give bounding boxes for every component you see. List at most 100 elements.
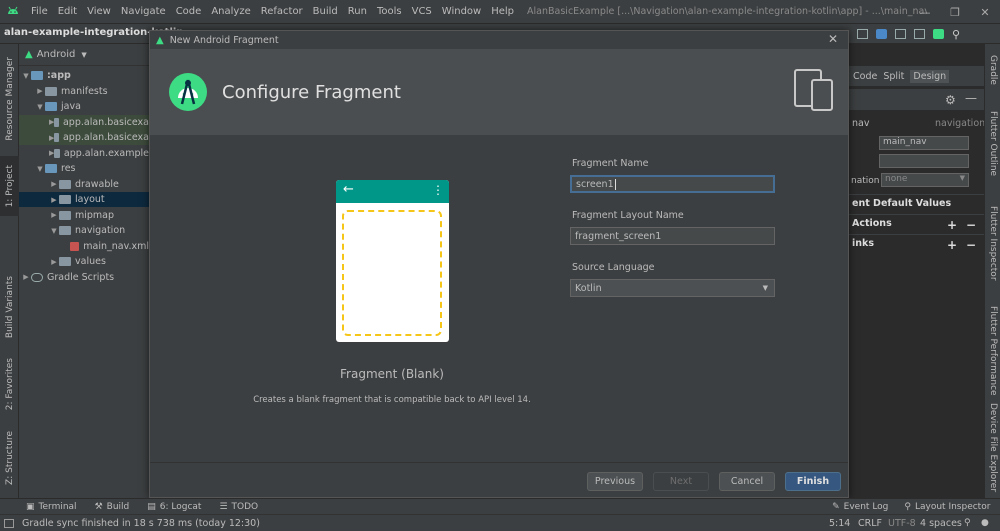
menu-vcs[interactable]: VCS — [407, 6, 437, 17]
menu-refactor[interactable]: Refactor — [256, 6, 308, 17]
remove-action-icon[interactable]: − — [966, 218, 976, 232]
minimize-icon[interactable]: — — [910, 0, 940, 24]
view-mode-design[interactable]: Design — [910, 69, 950, 83]
build-tab[interactable]: ⚒ Build — [95, 502, 130, 512]
chevron-down-icon[interactable]: ▼ — [21, 72, 31, 80]
restore-icon[interactable]: ❐ — [940, 0, 970, 24]
tab-project[interactable]: 1: Project — [0, 156, 19, 216]
terminal-tab[interactable]: ▣ Terminal — [26, 502, 77, 512]
menu-file[interactable]: File — [26, 6, 53, 17]
layout-name-input[interactable]: fragment_screen1 — [570, 227, 775, 245]
settings-gear-icon[interactable]: ⚙ — [945, 93, 956, 107]
dialog-close-icon[interactable]: ✕ — [828, 32, 838, 46]
fragment-preview: ← ⋮ — [336, 180, 449, 342]
tab-flutter-inspector[interactable]: Flutter Inspector — [985, 198, 1000, 288]
menu-analyze[interactable]: Analyze — [206, 6, 255, 17]
tree-item[interactable]: ▶ manifests — [19, 84, 149, 99]
chevron-down-icon[interactable]: ▼ — [49, 227, 59, 235]
chevron-right-icon[interactable]: ▶ — [49, 180, 59, 188]
tab-gradle[interactable]: Gradle — [985, 50, 1000, 90]
event-log-tab[interactable]: ✎ Event Log — [832, 502, 888, 512]
toolbar-icon-a[interactable] — [857, 29, 868, 39]
previous-button[interactable]: Previous — [587, 472, 643, 491]
notifications-icon[interactable]: ● — [981, 518, 989, 528]
tree-item[interactable]: ▶ drawable — [19, 177, 149, 192]
close-window-icon[interactable]: ✕ — [970, 0, 1000, 24]
chevron-right-icon[interactable]: ▶ — [49, 211, 59, 219]
line-separator[interactable]: CRLF — [858, 518, 882, 529]
indent-setting[interactable]: 4 spaces — [920, 518, 962, 529]
tree-item[interactable]: ▶ mipmap — [19, 208, 149, 223]
tree-item[interactable]: ▼ navigation — [19, 223, 149, 238]
actions-section[interactable]: Actions + − — [849, 214, 984, 232]
tab-build-variants[interactable]: Build Variants — [0, 272, 19, 342]
status-window-icon[interactable] — [4, 518, 14, 528]
collapse-icon[interactable]: — — [965, 91, 977, 105]
layout-inspector-tab[interactable]: ⚲ Layout Inspector — [904, 502, 990, 512]
tree-item[interactable]: main_nav.xml — [19, 239, 149, 254]
caret-position[interactable]: 5:14 — [829, 518, 850, 529]
todo-tab[interactable]: ☰ TODO — [219, 502, 258, 512]
start-destination-select[interactable]: none ▼ — [881, 173, 969, 187]
chevron-down-icon[interactable]: ▼ — [35, 103, 45, 111]
cancel-button[interactable]: Cancel — [719, 472, 775, 491]
tab-flutter-outline[interactable]: Flutter Outline — [985, 104, 1000, 184]
tree-item[interactable]: ▶ app.alan.example — [19, 146, 149, 161]
tool-window-bar: ▣ Terminal ⚒ Build ▤ 6: Logcat ☰ TODO ✎ Event… — [0, 498, 1000, 514]
menu-navigate[interactable]: Navigate — [116, 6, 171, 17]
menu-build[interactable]: Build — [308, 6, 343, 17]
tab-structure[interactable]: Z: Structure — [0, 430, 19, 485]
tab-resource-manager[interactable]: Resource Manager — [0, 54, 19, 144]
status-message[interactable]: Gradle sync finished in 18 s 738 ms (tod… — [22, 518, 260, 529]
next-button[interactable]: Next — [653, 472, 709, 491]
add-action-icon[interactable]: + — [947, 218, 957, 232]
default-values-section[interactable]: ent Default Values — [849, 194, 984, 212]
menu-edit[interactable]: Edit — [53, 6, 82, 17]
menu-run[interactable]: Run — [343, 6, 372, 17]
tree-item-label: java — [61, 101, 81, 112]
tab-flutter-performance[interactable]: Flutter Performance — [985, 296, 1000, 406]
menu-help[interactable]: Help — [486, 6, 519, 17]
chevron-down-icon[interactable]: ▼ — [35, 165, 45, 173]
sdk-manager-icon[interactable] — [933, 29, 944, 39]
tree-item[interactable]: ▼ res — [19, 161, 149, 176]
search-icon[interactable]: ⚲ — [952, 28, 960, 41]
source-language-select[interactable]: Kotlin ▼ — [570, 279, 775, 297]
lock-icon[interactable]: ⚲ — [964, 518, 971, 528]
finish-button[interactable]: Finish — [785, 472, 841, 491]
file-encoding[interactable]: UTF-8 — [888, 518, 916, 529]
menu-window[interactable]: Window — [437, 6, 486, 17]
tree-item[interactable]: ▶ Gradle Scripts — [19, 270, 149, 285]
chevron-right-icon[interactable]: ▶ — [35, 87, 45, 95]
add-link-icon[interactable]: + — [947, 238, 957, 252]
chevron-right-icon[interactable]: ▶ — [49, 258, 59, 266]
toolbar-icon-c[interactable] — [895, 29, 906, 39]
hammer-icon: ⚒ — [94, 501, 103, 512]
toolbar-icon-b[interactable] — [876, 29, 887, 39]
view-mode-split[interactable]: Split — [883, 71, 904, 82]
back-arrow-icon: ← — [343, 182, 354, 197]
tree-item[interactable]: ▶ values — [19, 254, 149, 269]
chevron-right-icon[interactable]: ▶ — [21, 273, 31, 281]
menu-tools[interactable]: Tools — [372, 6, 407, 17]
deep-links-section[interactable]: inks + − — [849, 234, 984, 252]
chevron-right-icon[interactable]: ▶ — [49, 196, 59, 204]
project-view-selector[interactable]: ▲ Android ▼ — [19, 44, 149, 66]
menu-code[interactable]: Code — [171, 6, 207, 17]
id-field[interactable]: main_nav — [879, 136, 969, 150]
tab-favorites[interactable]: 2: Favorites — [0, 354, 19, 414]
tree-item[interactable]: ▶ app.alan.basicexa — [19, 114, 149, 130]
folder-icon — [59, 179, 71, 189]
tree-item[interactable]: ▼ java — [19, 99, 149, 114]
tab-device-file-explorer[interactable]: Device File Explorer — [985, 400, 1000, 496]
tree-item[interactable]: ▶ app.alan.basicexa — [19, 130, 149, 145]
label-field[interactable] — [879, 154, 969, 168]
menu-view[interactable]: View — [82, 6, 116, 17]
avd-manager-icon[interactable] — [914, 29, 925, 39]
tree-item[interactable]: ▶ layout — [19, 192, 149, 207]
tree-item[interactable]: ▼:app — [19, 68, 149, 83]
remove-link-icon[interactable]: − — [966, 238, 976, 252]
logcat-tab[interactable]: ▤ 6: Logcat — [147, 502, 201, 512]
view-mode-code[interactable]: Code — [853, 71, 877, 82]
fragment-name-input[interactable]: screen1 — [570, 175, 775, 193]
